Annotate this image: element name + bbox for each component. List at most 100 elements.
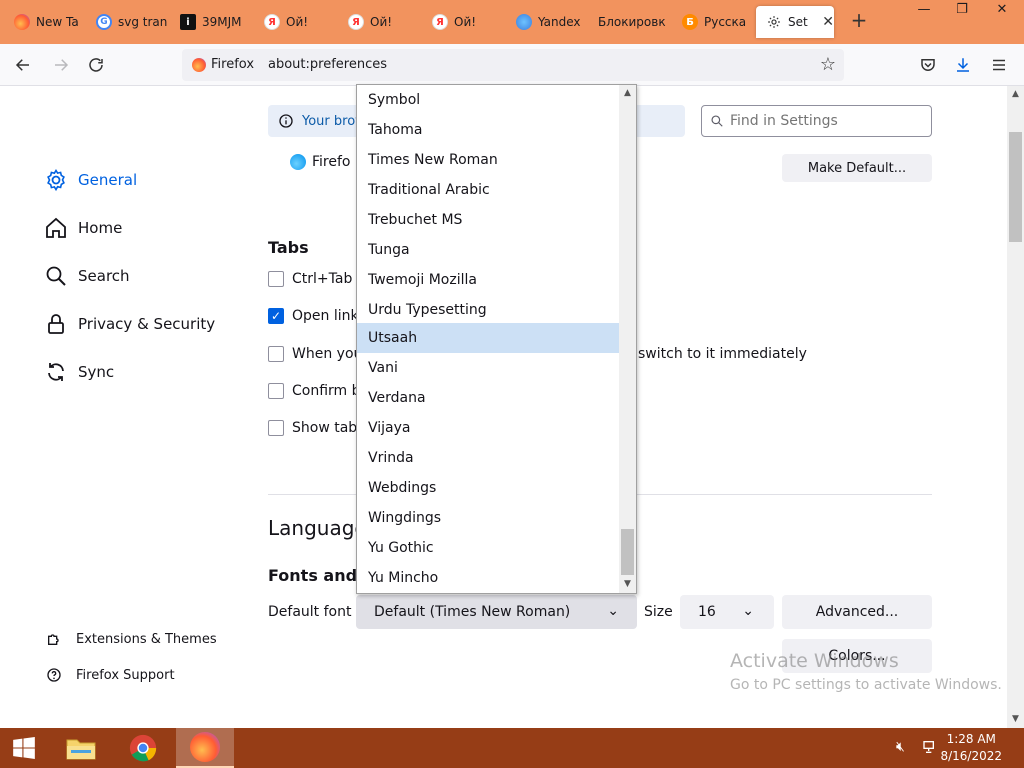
page-scrollbar[interactable]: ▲ ▼ — [1007, 86, 1024, 728]
font-option[interactable]: Vani — [357, 353, 619, 383]
font-option[interactable]: Urdu Typesetting — [357, 295, 619, 325]
scroll-up-arrow-icon[interactable]: ▲ — [1007, 86, 1024, 103]
font-option[interactable]: Tunga — [357, 235, 619, 265]
back-arrow-icon — [15, 59, 29, 71]
ctrl-tab-option[interactable]: Ctrl+Tab c — [268, 271, 365, 287]
chrome-icon — [129, 734, 157, 762]
downloads-button[interactable] — [950, 52, 976, 78]
font-option[interactable]: Yu Mincho — [357, 563, 619, 593]
tab-settings[interactable]: Setti ✕ — [756, 6, 834, 38]
tab-oi-2[interactable]: Я Ой! — [338, 6, 420, 38]
tab-yandex[interactable]: Yandex — [506, 6, 590, 38]
firefox-taskbar-button[interactable] — [176, 728, 234, 768]
advanced-fonts-button[interactable]: Advanced... — [782, 595, 932, 629]
start-button[interactable] — [0, 728, 48, 768]
tab-strip: New Ta G svg tran i 39MJM Я Ой! Я Ой! Я … — [0, 0, 1024, 44]
font-option[interactable]: Traditional Arabic — [357, 175, 619, 205]
gear-icon — [766, 14, 782, 30]
tab-switch-option[interactable]: When you — [268, 346, 362, 362]
category-sync[interactable]: Sync — [44, 360, 114, 384]
category-general[interactable]: General — [44, 168, 137, 192]
scroll-down-arrow-icon[interactable]: ▼ — [619, 576, 636, 593]
pocket-icon — [921, 59, 935, 71]
system-clock[interactable]: 1:28 AM 8/16/2022 — [940, 731, 1002, 765]
scroll-up-arrow-icon[interactable]: ▲ — [619, 85, 636, 102]
font-option[interactable]: Symbol — [357, 85, 619, 115]
category-label: Search — [78, 267, 130, 285]
font-option[interactable]: Twemoji Mozilla — [357, 265, 619, 295]
category-search[interactable]: Search — [44, 264, 130, 288]
checkbox[interactable] — [268, 420, 284, 436]
open-links-option[interactable]: ✓ Open links — [268, 308, 366, 324]
dropdown-scrollbar[interactable]: ▲ ▼ — [619, 85, 636, 593]
category-label: General — [78, 171, 138, 189]
option-label: Confirm b — [292, 383, 361, 399]
font-option[interactable]: Vrinda — [357, 443, 619, 473]
dropdown-scroll-thumb[interactable] — [621, 529, 634, 575]
app-menu-button[interactable] — [986, 52, 1012, 78]
chrome-button[interactable] — [120, 728, 166, 768]
restore-button[interactable]: ❐ — [942, 0, 982, 22]
font-option[interactable]: Tahoma — [357, 115, 619, 145]
font-option[interactable]: Vijaya — [357, 413, 619, 443]
font-option[interactable]: Verdana — [357, 383, 619, 413]
font-size-select[interactable]: 16 ⌄ — [680, 595, 774, 629]
tab-label: Yandex — [538, 15, 581, 29]
activation-watermark-title: Activate Windows — [730, 650, 899, 672]
reload-button[interactable] — [83, 52, 109, 78]
policy-text[interactable]: Your brov — [302, 114, 363, 129]
tab-label: Ой! — [286, 15, 309, 29]
font-option[interactable]: Times New Roman — [357, 145, 619, 175]
category-privacy[interactable]: Privacy & Security — [44, 312, 215, 336]
font-option[interactable]: Webdings — [357, 473, 619, 503]
default-browser-status: Firefo — [290, 154, 350, 170]
font-dropdown-list[interactable]: Symbol Tahoma Times New Roman Traditiona… — [356, 84, 637, 594]
info-icon: i — [180, 14, 196, 30]
show-tab-option[interactable]: Show tab — [268, 420, 357, 436]
url-bar[interactable]: Firefox about:preferences ☆ — [182, 49, 844, 81]
file-explorer-button[interactable] — [58, 728, 104, 768]
font-option[interactable]: Trebuchet MS — [357, 205, 619, 235]
lock-icon — [48, 314, 64, 334]
close-tab-icon[interactable]: ✕ — [822, 14, 834, 30]
identity-box[interactable]: Firefox — [192, 57, 254, 72]
checkbox-checked[interactable]: ✓ — [268, 308, 284, 324]
speaker-muted-icon[interactable]: 🔇︎ — [896, 739, 905, 755]
make-default-button[interactable]: Make Default... — [782, 154, 932, 182]
font-option[interactable]: Yu Gothic — [357, 533, 619, 563]
extensions-themes-link[interactable]: Extensions & Themes — [46, 631, 217, 647]
checkbox[interactable] — [268, 383, 284, 399]
back-button[interactable] — [10, 52, 36, 78]
option-label: Ctrl+Tab c — [292, 271, 365, 287]
tab-blokirovka[interactable]: Блокировк — [590, 6, 670, 38]
tab-39mjm[interactable]: i 39MJM — [170, 6, 252, 38]
minimize-button[interactable]: — — [904, 0, 944, 22]
tab-new-tab[interactable]: New Ta — [4, 6, 82, 38]
checkbox[interactable] — [268, 271, 284, 287]
network-icon[interactable] — [922, 739, 938, 759]
checkbox[interactable] — [268, 346, 284, 362]
forward-button[interactable] — [48, 52, 74, 78]
option-label: When you — [292, 346, 363, 362]
default-font-label: Default font — [268, 604, 352, 620]
new-tab-button[interactable]: + — [848, 10, 870, 32]
font-option[interactable]: Wingdings — [357, 503, 619, 533]
default-font-select[interactable]: Default (Times New Roman) ⌄ — [356, 595, 637, 629]
bookmark-star-icon[interactable]: ☆ — [820, 54, 836, 75]
tab-russkaya[interactable]: Б Русска — [672, 6, 752, 38]
pocket-button[interactable] — [915, 52, 941, 78]
find-in-settings-input[interactable] — [730, 113, 920, 129]
firefox-support-link[interactable]: Firefox Support — [46, 667, 175, 683]
find-in-settings[interactable] — [701, 105, 932, 137]
close-window-button[interactable]: ✕ — [982, 0, 1022, 22]
category-home[interactable]: Home — [44, 216, 122, 240]
font-option-highlighted[interactable]: Utsaah — [357, 323, 619, 353]
tab-oi-3[interactable]: Я Ой! — [422, 6, 504, 38]
tab-svg-tran[interactable]: G svg tran — [86, 6, 168, 38]
page-scroll-thumb[interactable] — [1009, 132, 1022, 242]
scroll-down-arrow-icon[interactable]: ▼ — [1007, 711, 1024, 728]
tab-oi-1[interactable]: Я Ой! — [254, 6, 336, 38]
firefox-icon — [14, 14, 30, 30]
url-text[interactable]: about:preferences — [268, 57, 387, 72]
confirm-before-option[interactable]: Confirm b — [268, 383, 361, 399]
